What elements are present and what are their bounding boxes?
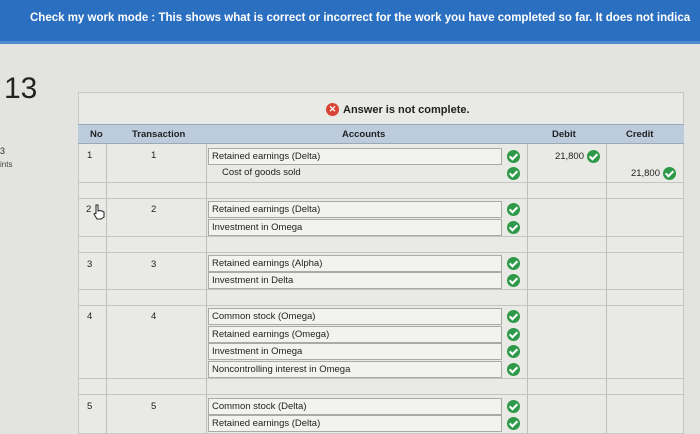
points-label: ints: [0, 160, 13, 169]
check-circle-icon: [507, 328, 520, 341]
banner-text: Check my work mode : This shows what is …: [30, 12, 691, 24]
row-transaction: 3: [151, 259, 157, 270]
debit-field[interactable]: 21,800: [538, 148, 600, 164]
check-circle-icon: [663, 166, 676, 180]
table-header: No Transaction Accounts Debit Credit: [78, 124, 684, 144]
row-divider: [78, 289, 684, 290]
account-field[interactable]: Common stock (Delta): [208, 398, 502, 415]
row-no: 5: [87, 401, 93, 412]
check-circle-icon: [507, 417, 520, 430]
row-no: 2: [86, 204, 92, 215]
check-circle-icon: [507, 400, 520, 413]
account-field[interactable]: Investment in Omega: [208, 343, 502, 360]
row-no: 4: [87, 311, 93, 322]
row-divider: [78, 305, 684, 306]
answer-status: ✕ Answer is not complete.: [326, 103, 470, 116]
error-x-icon: ✕: [326, 103, 339, 116]
check-circle-icon: [507, 167, 520, 180]
check-circle-icon: [507, 363, 520, 376]
row-transaction: 4: [151, 311, 157, 322]
account-field[interactable]: Retained earnings (Delta): [208, 415, 502, 432]
check-circle-icon: [507, 150, 520, 163]
check-circle-icon: [507, 345, 520, 358]
row-no: 3: [87, 259, 93, 270]
row-transaction: 2: [151, 204, 157, 215]
points-value: 3: [0, 146, 6, 156]
row-divider: [78, 198, 684, 199]
check-circle-icon: [507, 274, 520, 287]
row-transaction: 1: [151, 150, 157, 161]
check-circle-icon: [507, 257, 520, 270]
header-no: No: [90, 129, 103, 140]
credit-field[interactable]: 21,800: [614, 165, 676, 181]
account-field[interactable]: Retained earnings (Delta): [208, 148, 502, 165]
answer-status-text: Answer is not complete.: [343, 103, 470, 116]
account-field[interactable]: Noncontrolling interest in Omega: [208, 361, 502, 378]
account-field[interactable]: Common stock (Omega): [208, 308, 502, 325]
check-my-work-banner: Check my work mode : This shows what is …: [0, 0, 700, 44]
check-circle-icon: [587, 149, 600, 163]
header-credit: Credit: [626, 129, 654, 140]
row-divider: [78, 394, 684, 395]
check-circle-icon: [507, 203, 520, 216]
header-transaction: Transaction: [132, 129, 186, 140]
account-field[interactable]: Cost of goods sold: [208, 165, 502, 182]
check-circle-icon: [507, 221, 520, 234]
hand-pointer-icon: [93, 204, 105, 220]
row-divider: [78, 236, 684, 237]
account-field[interactable]: Investment in Omega: [208, 219, 502, 236]
header-debit: Debit: [552, 129, 576, 140]
credit-value: 21,800: [630, 167, 660, 179]
row-no: 1: [87, 150, 93, 161]
debit-value: 21,800: [554, 150, 584, 162]
account-field[interactable]: Retained earnings (Alpha): [208, 255, 502, 272]
account-field[interactable]: Retained earnings (Delta): [208, 201, 502, 218]
row-divider: [78, 252, 684, 253]
header-accounts: Accounts: [342, 129, 386, 140]
account-field[interactable]: Investment in Delta: [208, 272, 502, 289]
row-divider: [78, 182, 684, 183]
check-circle-icon: [507, 310, 520, 323]
row-transaction: 5: [151, 401, 157, 412]
row-divider: [78, 378, 684, 379]
account-field[interactable]: Retained earnings (Omega): [208, 326, 502, 343]
question-number: 13: [4, 72, 38, 105]
